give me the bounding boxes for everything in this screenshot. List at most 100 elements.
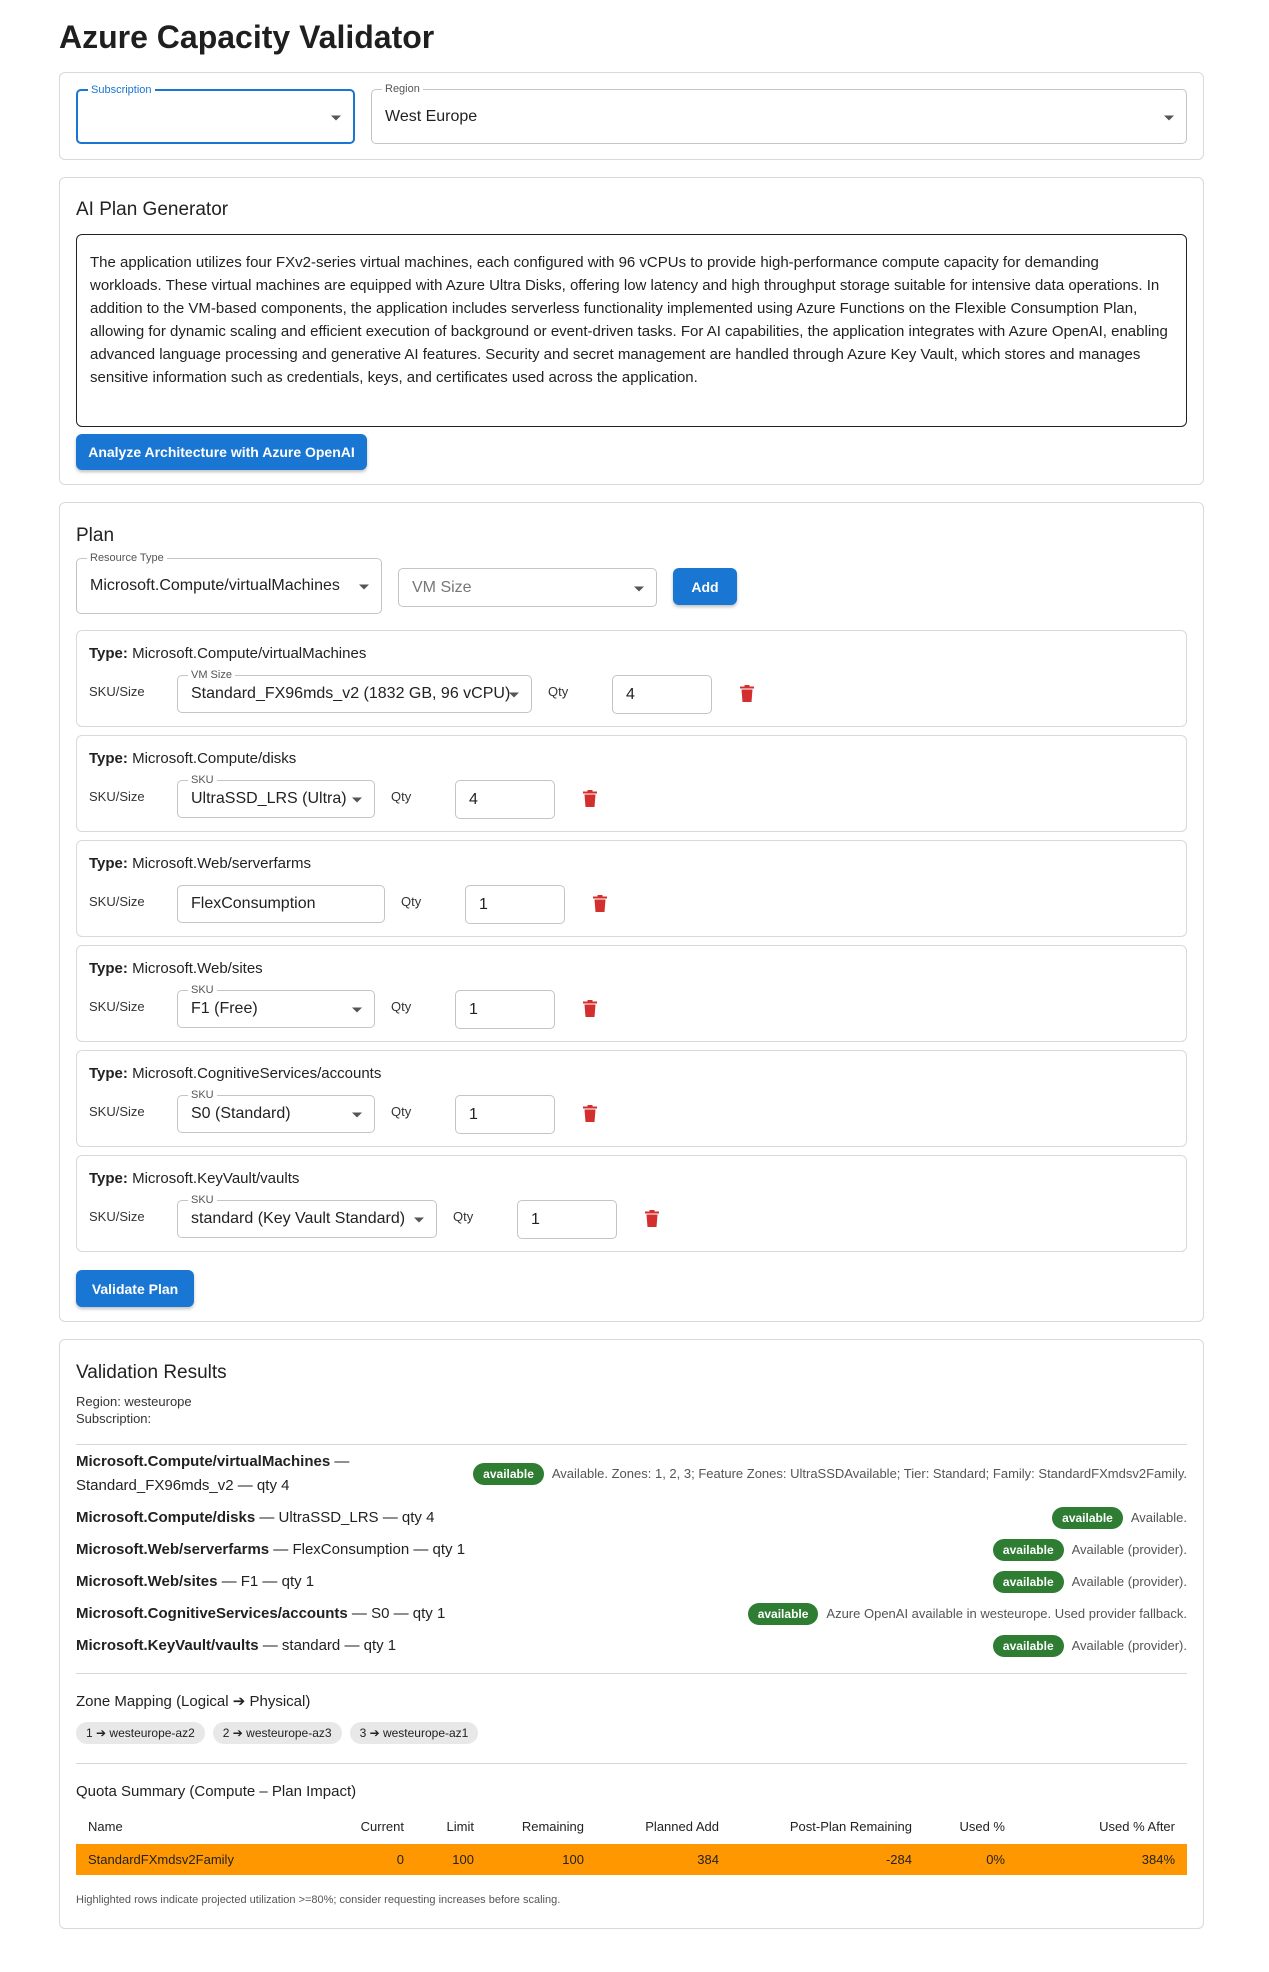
sku-label: SKU: [188, 1089, 217, 1101]
add-resource-button[interactable]: Add: [673, 568, 737, 605]
analyze-architecture-button[interactable]: Analyze Architecture with Azure OpenAI: [76, 434, 367, 470]
results-region: Region: westeurope: [76, 1394, 192, 1409]
architecture-description-input[interactable]: The application utilizes four FXv2-serie…: [76, 234, 1187, 427]
result-detail: — UltraSSD_LRS — qty 4: [255, 1509, 435, 1526]
table-header-row: Name Current Limit Remaining Planned Add…: [76, 1809, 1187, 1844]
delete-icon[interactable]: [740, 685, 754, 702]
sku-value: S0 (Standard): [191, 1105, 291, 1122]
sku-size-label: SKU/Size: [89, 1209, 145, 1224]
delete-icon[interactable]: [593, 895, 607, 912]
resource-type: Microsoft.Compute/virtualMachines: [132, 645, 367, 662]
plan-item-vm: Type: Microsoft.Compute/virtualMachines …: [76, 630, 1187, 727]
region-select[interactable]: Region West Europe: [371, 83, 1187, 144]
result-detail: — standard — qty 1: [258, 1637, 397, 1654]
qty-value: 4: [626, 685, 635, 703]
delete-icon[interactable]: [645, 1210, 659, 1227]
result-detail: —: [330, 1453, 350, 1470]
sku-size-label: SKU/Size: [89, 999, 145, 1014]
page: Azure Capacity Validator Subscription Re…: [59, 0, 1204, 1929]
result-detail: — FlexConsumption — qty 1: [269, 1541, 466, 1558]
result-row: Microsoft.Web/sites — F1 — qty 1 availab…: [76, 1570, 1187, 1594]
qty-input[interactable]: 4: [455, 780, 555, 819]
table-cell: 384: [596, 1844, 731, 1875]
chevron-down-icon: [634, 586, 644, 591]
qty-label: Qty: [453, 1209, 474, 1224]
resource-type: Microsoft.KeyVault/vaults: [132, 1170, 300, 1187]
plan-item-sites: Type: Microsoft.Web/sites SKU/Size SKU F…: [76, 945, 1187, 1042]
table-cell: 100: [416, 1844, 486, 1875]
sku-select[interactable]: SKU UltraSSD_LRS (Ultra): [177, 774, 375, 818]
zone-mapping-title: Zone Mapping (Logical ➔ Physical): [76, 1693, 311, 1710]
sku-value: standard (Key Vault Standard): [191, 1210, 406, 1227]
chevron-down-icon: [1164, 115, 1174, 120]
sku-label: SKU: [188, 774, 217, 786]
results-subscription: Subscription:: [76, 1411, 152, 1426]
resource-type-select[interactable]: Resource Type Microsoft.Compute/virtualM…: [76, 552, 382, 614]
sku-value: UltraSSD_LRS (Ultra): [191, 790, 347, 807]
results-title: Validation Results: [76, 1362, 227, 1383]
chevron-down-icon: [352, 797, 362, 803]
type-label: Type:: [89, 960, 128, 977]
vm-size-select[interactable]: VM Size: [398, 568, 657, 607]
qty-input[interactable]: 1: [465, 885, 565, 924]
vm-size-select[interactable]: VM Size Standard_FX96mds_v2 (1832 GB, 96…: [177, 669, 532, 713]
divider: [76, 1673, 1187, 1674]
sku-label: SKU: [188, 1194, 217, 1206]
table-row: StandardFXmdsv2Family 0 100 100 384 -284…: [76, 1844, 1187, 1875]
delete-icon[interactable]: [583, 790, 597, 807]
plan-item-serverfarms: Type: Microsoft.Web/serverfarms SKU/Size…: [76, 840, 1187, 937]
col-header: Used %: [959, 1819, 1005, 1834]
plan-title: Plan: [76, 525, 115, 546]
qty-input[interactable]: 1: [455, 990, 555, 1029]
result-resource: Microsoft.KeyVault/vaults: [76, 1637, 259, 1654]
delete-icon[interactable]: [583, 1105, 597, 1122]
plan-card: Plan Resource Type Microsoft.Compute/vir…: [59, 502, 1204, 1322]
qty-label: Qty: [548, 684, 569, 699]
region-value: West Europe: [385, 107, 478, 125]
ai-plan-title: AI Plan Generator: [76, 199, 229, 220]
validation-results-card: Validation Results Region: westeurope Su…: [59, 1339, 1204, 1929]
delete-icon[interactable]: [583, 1000, 597, 1017]
result-resource: Microsoft.Compute/virtualMachines: [76, 1453, 331, 1470]
qty-input[interactable]: 1: [455, 1095, 555, 1134]
status-badge: available: [1052, 1507, 1123, 1529]
status-badge: available: [473, 1463, 544, 1485]
sku-input[interactable]: FlexConsumption: [177, 885, 385, 923]
col-header: Planned Add: [645, 1819, 719, 1834]
subscription-select[interactable]: Subscription: [76, 84, 355, 144]
type-label: Type:: [89, 1065, 128, 1082]
qty-value: 1: [469, 1000, 478, 1018]
result-note: Azure OpenAI available in westeurope. Us…: [826, 1606, 1187, 1621]
sku-size-label: SKU/Size: [89, 1104, 145, 1119]
result-resource: Microsoft.CognitiveServices/accounts: [76, 1605, 348, 1622]
result-detail: Standard_FX96mds_v2 — qty 4: [76, 1477, 290, 1494]
resource-type: Microsoft.CognitiveServices/accounts: [132, 1065, 382, 1082]
sku-label: SKU: [188, 984, 217, 996]
sku-select[interactable]: SKU F1 (Free): [177, 984, 375, 1028]
resource-type: Microsoft.Compute/disks: [132, 750, 297, 767]
zone-chips: 1 ➔ westeurope-az2 2 ➔ westeurope-az3 3 …: [76, 1722, 479, 1744]
result-resource: Microsoft.Web/sites: [76, 1573, 218, 1590]
zone-chip: 1 ➔ westeurope-az2: [76, 1722, 205, 1744]
quota-note: Highlighted rows indicate projected util…: [76, 1894, 561, 1906]
qty-input[interactable]: 1: [517, 1200, 617, 1239]
col-header: Limit: [446, 1819, 474, 1834]
table-cell: 0%: [924, 1844, 1017, 1875]
qty-input[interactable]: 4: [612, 675, 712, 714]
result-row: Microsoft.Web/serverfarms — FlexConsumpt…: [76, 1538, 1187, 1562]
plan-item-cognitive: Type: Microsoft.CognitiveServices/accoun…: [76, 1050, 1187, 1147]
qty-label: Qty: [391, 999, 412, 1014]
chevron-down-icon: [509, 692, 519, 698]
sku-size-label: SKU/Size: [89, 789, 145, 804]
status-badge: available: [992, 1635, 1064, 1657]
sku-select[interactable]: SKU S0 (Standard): [177, 1089, 375, 1133]
zone-chip: 3 ➔ westeurope-az1: [349, 1722, 479, 1744]
vm-size-placeholder: VM Size: [412, 578, 472, 596]
sku-select[interactable]: SKU standard (Key Vault Standard): [177, 1194, 437, 1238]
chevron-down-icon: [331, 115, 341, 120]
chevron-down-icon: [352, 1112, 362, 1118]
result-row: Microsoft.KeyVault/vaults — standard — q…: [76, 1634, 1187, 1658]
resource-type: Microsoft.Web/serverfarms: [132, 855, 312, 872]
col-header: Name: [88, 1819, 123, 1834]
validate-plan-button[interactable]: Validate Plan: [76, 1270, 194, 1307]
